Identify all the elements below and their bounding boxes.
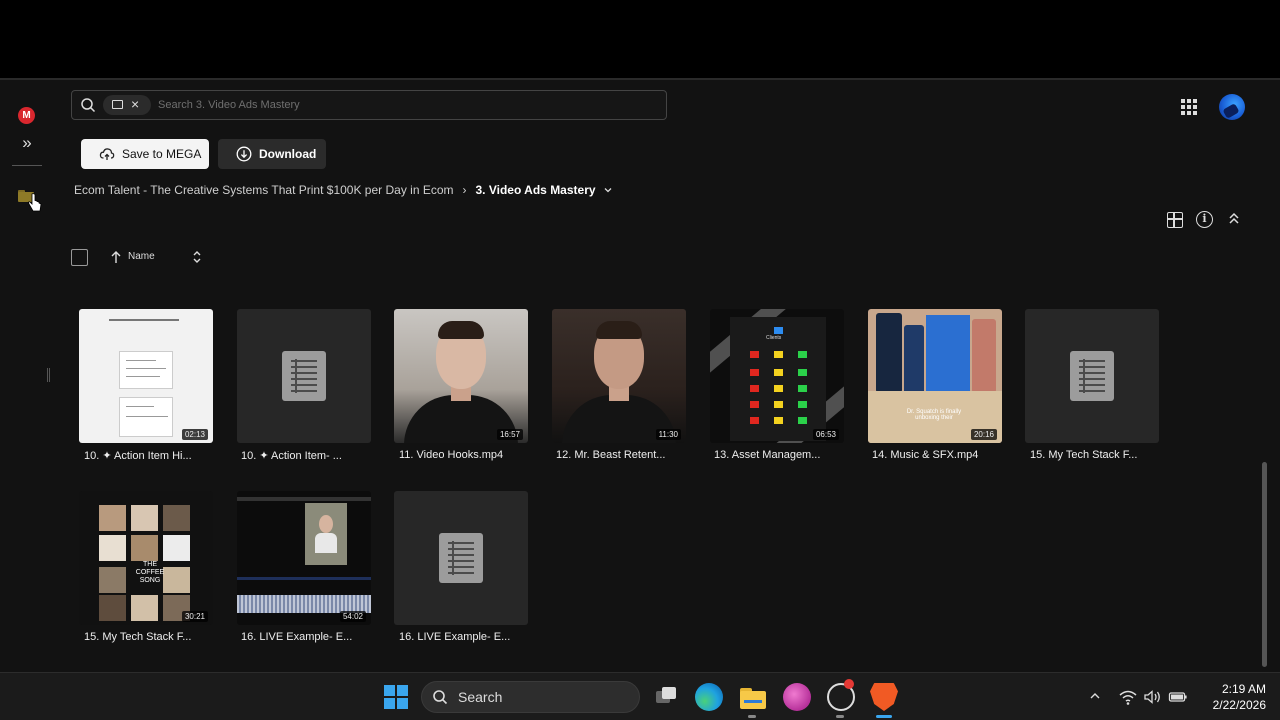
- file-thumbnail[interactable]: 54:02: [237, 491, 371, 625]
- file-thumbnail[interactable]: [394, 491, 528, 625]
- file-name[interactable]: 15. My Tech Stack F...: [1030, 449, 1164, 461]
- wifi-icon[interactable]: [1118, 688, 1138, 706]
- windows-taskbar: Search 2:19 AM 2/22/2026: [0, 672, 1280, 720]
- video-duration: 20:16: [970, 429, 997, 440]
- brave-browser-icon[interactable]: [870, 683, 898, 711]
- file-thumbnail[interactable]: [1025, 309, 1159, 443]
- mega-app-window: M » × Save to MEGA: [0, 78, 1280, 674]
- search-input[interactable]: [158, 96, 638, 114]
- system-clock[interactable]: 2:19 AM 2/22/2026: [1198, 681, 1266, 713]
- active-app-indicator: [836, 715, 844, 718]
- file-name[interactable]: 10. ✦ Action Item- ...: [241, 449, 375, 462]
- taskbar-search[interactable]: Search: [421, 681, 640, 713]
- file-name[interactable]: 13. Asset Managem...: [714, 449, 848, 461]
- product-caption: Dr. Squatch is finally unboxing their: [906, 409, 962, 421]
- file-name[interactable]: 16. LIVE Example- E...: [399, 631, 533, 643]
- file-thumbnail[interactable]: [237, 309, 371, 443]
- taskbar-search-label: Search: [458, 689, 503, 705]
- file-thumbnail[interactable]: THE COFFEE SONG 30:21: [79, 491, 213, 625]
- download-icon: [236, 146, 252, 162]
- file-name[interactable]: 12. Mr. Beast Retent...: [556, 449, 690, 461]
- video-duration: 02:13: [181, 429, 208, 440]
- sort-ascending-icon[interactable]: [110, 250, 122, 264]
- select-all-checkbox[interactable]: [71, 249, 88, 266]
- collage-caption: THE COFFEE SONG: [135, 561, 165, 584]
- clock-date: 2/22/2026: [1212, 698, 1266, 712]
- user-avatar[interactable]: [1219, 94, 1245, 120]
- file-thumbnail[interactable]: Clients 06:53: [710, 309, 844, 443]
- download-label: Download: [259, 147, 317, 161]
- name-column-header[interactable]: Name: [128, 251, 155, 262]
- rail-divider: [12, 165, 42, 166]
- left-rail: M »: [0, 80, 54, 674]
- mega-logo-icon[interactable]: M: [18, 107, 35, 124]
- breadcrumb-parent[interactable]: Ecom Talent - The Creative Systems That …: [74, 183, 454, 197]
- sort-toggle-icon[interactable]: [191, 250, 203, 264]
- file-thumbnail[interactable]: 02:13: [79, 309, 213, 443]
- active-app-indicator: [748, 715, 756, 718]
- text-file-icon: [439, 533, 483, 583]
- video-duration: 06:53: [812, 429, 839, 440]
- edge-browser-icon[interactable]: [695, 683, 723, 711]
- brain-app-icon[interactable]: [783, 683, 811, 711]
- grid-view-icon[interactable]: [1167, 212, 1183, 228]
- diagram-title: Clients: [766, 335, 782, 341]
- task-view-icon[interactable]: [652, 683, 680, 711]
- chevron-down-icon[interactable]: [604, 186, 612, 194]
- windows-start-icon[interactable]: [384, 685, 408, 709]
- top-letterbox: [0, 0, 1280, 78]
- hand-cursor-icon: [28, 193, 42, 212]
- file-thumbnail[interactable]: 16:57: [394, 309, 528, 443]
- resize-handle[interactable]: [47, 368, 50, 382]
- file-explorer-icon[interactable]: [739, 683, 767, 711]
- file-name[interactable]: 16. LIVE Example- E...: [241, 631, 375, 643]
- chatgpt-icon[interactable]: [827, 679, 855, 711]
- file-thumbnail[interactable]: 11:30: [552, 309, 686, 443]
- breadcrumb-separator-icon: ›: [462, 183, 467, 197]
- video-duration: 16:57: [496, 429, 523, 440]
- video-duration: 30:21: [181, 611, 208, 622]
- download-button[interactable]: Download: [218, 139, 326, 169]
- clock-time: 2:19 AM: [1221, 682, 1266, 696]
- file-name[interactable]: 14. Music & SFX.mp4: [872, 449, 1006, 461]
- file-thumbnail[interactable]: Dr. Squatch is finally unboxing their 20…: [868, 309, 1002, 443]
- search-icon: [81, 98, 96, 113]
- folder-scope-chip[interactable]: ×: [103, 95, 151, 115]
- breadcrumb: Ecom Talent - The Creative Systems That …: [74, 182, 612, 198]
- apps-grid-icon[interactable]: [1181, 99, 1197, 115]
- search-box: ×: [71, 90, 667, 120]
- chevron-up-icon[interactable]: [1089, 690, 1101, 702]
- text-file-icon: [282, 351, 326, 401]
- cloud-upload-icon: [99, 148, 115, 160]
- file-name[interactable]: 15. My Tech Stack F...: [84, 631, 218, 643]
- video-duration: 54:02: [339, 611, 366, 622]
- volume-icon[interactable]: [1143, 688, 1163, 706]
- breadcrumb-current[interactable]: 3. Video Ads Mastery: [476, 183, 596, 197]
- search-icon: [433, 690, 448, 705]
- file-name[interactable]: 11. Video Hooks.mp4: [399, 449, 533, 461]
- expand-sidebar-icon[interactable]: »: [18, 134, 36, 152]
- folder-icon: [112, 100, 123, 109]
- file-name[interactable]: 10. ✦ Action Item Hi...: [84, 449, 218, 462]
- vertical-scrollbar[interactable]: [1262, 462, 1267, 667]
- clear-scope-icon[interactable]: ×: [131, 96, 139, 112]
- info-icon[interactable]: i: [1196, 211, 1213, 228]
- active-app-indicator: [876, 715, 892, 718]
- text-file-icon: [1070, 351, 1114, 401]
- collapse-icon[interactable]: [1226, 210, 1242, 228]
- save-to-mega-button[interactable]: Save to MEGA: [81, 139, 209, 169]
- save-to-mega-label: Save to MEGA: [122, 147, 202, 161]
- video-duration: 11:30: [655, 429, 681, 440]
- battery-icon[interactable]: [1168, 688, 1188, 706]
